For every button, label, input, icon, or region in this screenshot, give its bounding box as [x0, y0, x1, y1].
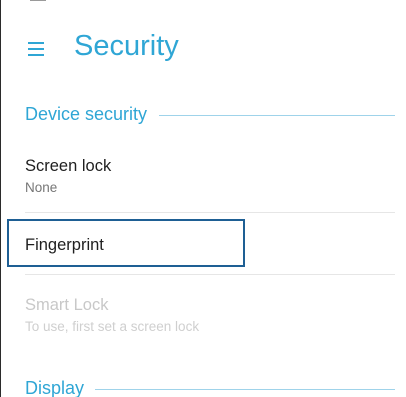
smart-lock-item[interactable]: Smart Lock To use, first set a screen lo… [7, 289, 395, 341]
fingerprint-item[interactable]: Fingerprint [7, 219, 395, 267]
settings-screen: Security Device security Screen lock Non… [0, 0, 406, 397]
section-header-device-security: Device security [25, 104, 406, 128]
list-divider [25, 212, 395, 213]
screen-lock-title: Screen lock [25, 157, 112, 175]
hamburger-menu-icon[interactable] [28, 42, 44, 56]
screen-lock-item[interactable]: Screen lock None [7, 150, 395, 210]
fingerprint-title: Fingerprint [25, 236, 104, 254]
section-divider [95, 389, 395, 390]
section-divider [159, 115, 395, 116]
page-title: Security [74, 30, 179, 62]
section-title: Display [25, 378, 85, 397]
list-divider [25, 274, 395, 275]
app-bar: Security [0, 22, 406, 78]
status-bar [0, 0, 406, 8]
smart-lock-title: Smart Lock [25, 296, 109, 314]
smart-lock-summary: To use, first set a screen lock [25, 319, 200, 334]
screen-lock-summary: None [25, 180, 58, 195]
section-title: Device security [25, 104, 148, 124]
section-header-display: Display [25, 378, 406, 397]
status-notification-icon [30, 0, 46, 1]
